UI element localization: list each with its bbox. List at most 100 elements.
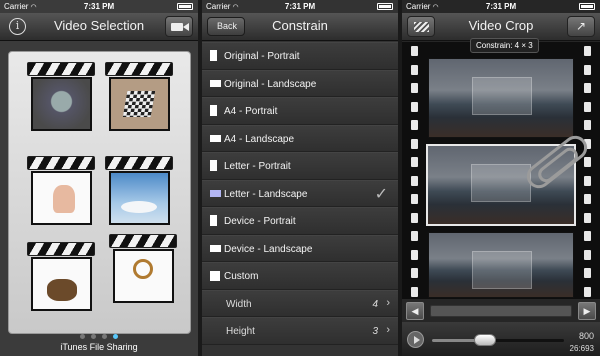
film-sprocket [411,157,418,167]
chevron-left-icon: ◀ [411,306,419,316]
constrain-screen: Carrier ◠ 7:31 PM Back Constrain Original… [202,0,398,356]
film-sprocket [584,175,591,186]
next-frame-button[interactable]: ▶ [578,302,596,320]
clip-thumbnail[interactable] [109,234,177,312]
film-sprocket [584,286,591,297]
film-sprocket [584,231,591,241]
share-button[interactable]: ↗ [567,16,595,37]
video-frame[interactable] [428,232,574,298]
crop-rectangle[interactable] [472,77,532,115]
clip-thumbnail[interactable] [27,242,95,320]
film-sprocket [411,138,418,149]
film-sprocket [411,83,418,93]
list-item[interactable]: A4 - Portrait [202,97,398,125]
play-button[interactable] [407,331,424,348]
list-item[interactable]: Custom [202,262,398,290]
landscape-icon [210,189,221,197]
film-sprocket [584,83,591,93]
itunes-file-sharing-label: iTunes File Sharing [60,342,138,352]
video-frame[interactable] [428,58,574,138]
film-sprocket [411,120,418,130]
portrait-icon [210,50,217,61]
playback-slider[interactable] [432,339,564,342]
chevron-right-icon: ▶ [583,306,591,316]
playback-bar: 800 26:693 [402,322,600,356]
status-bar: Carrier ◠ 7:31 PM [402,0,600,13]
page-dot [102,334,107,339]
video-selection-screen: Carrier ◠ 7:31 PM i Video Selection iTun… [0,0,198,356]
list-item[interactable]: Original - Portrait [202,42,398,70]
clip-grid [8,51,191,334]
status-bar: Carrier ◠ 7:31 PM [202,0,398,13]
film-sprocket [411,231,418,241]
nav-bar: Back Constrain [202,13,398,41]
chevron-right-icon: › [386,324,390,336]
readout-top: 800 [578,331,594,341]
width-value: 4 [372,298,378,310]
portrait-icon [210,215,217,226]
film-sprocket [411,175,418,186]
landscape-icon [210,134,221,142]
clock: 7:31 PM [284,2,316,11]
clip-thumbnail[interactable] [105,62,173,140]
list-item[interactable]: Device - Landscape [202,234,398,262]
list-item[interactable]: Original - Landscape [202,69,398,97]
film-sprocket [411,212,418,223]
frame-scrubber[interactable] [430,305,572,317]
nav-bar: i Video Selection [0,13,198,41]
film-sprocket [411,249,418,260]
landscape-icon [210,244,221,252]
page-dot-active [113,334,118,339]
clip-thumbnail[interactable] [27,62,95,140]
film-sprocket [411,101,418,112]
page-dot [80,334,85,339]
previous-frame-button[interactable]: ◀ [406,302,424,320]
slider-knob[interactable] [473,334,496,346]
clip-thumbnail[interactable] [105,156,173,234]
battery-icon [177,3,193,10]
landscape-icon [210,79,221,87]
crop-rectangle[interactable] [471,164,531,202]
nav-bar: Video Crop ↗ [402,13,600,41]
film-sprocket [584,249,591,260]
list-item[interactable]: Letter - Portrait [202,152,398,180]
clapperboard-icon [105,62,173,76]
square-icon [210,271,220,281]
film-sprocket [411,46,418,56]
film-sprocket [584,46,591,56]
share-icon: ↗ [575,19,587,33]
page-indicator[interactable] [0,334,198,339]
constrain-list: Original - Portrait Original - Landscape… [202,42,398,345]
list-item[interactable]: A4 - Landscape [202,124,398,152]
width-row[interactable]: Width 4 › [202,289,398,317]
status-bar: Carrier ◠ 7:31 PM [0,0,198,13]
film-sprocket [584,120,591,130]
video-camera-icon [171,23,183,31]
page-dot [91,334,96,339]
battery-icon [377,3,393,10]
clock: 7:31 PM [83,2,115,11]
film-sprocket [411,194,418,204]
clapperboard-icon [27,62,95,76]
readout-bottom: 26:693 [569,344,594,353]
clapperboard-icon [27,156,95,170]
constrain-tooltip: Constrain: 4 × 3 [470,38,539,53]
clip-thumbnail[interactable] [27,156,95,234]
video-crop-screen: Carrier ◠ 7:31 PM Video Crop ↗ Constrain:… [402,0,600,356]
battery-icon [579,3,595,10]
clapperboard-icon [109,234,177,248]
clapperboard-icon [27,242,95,256]
height-row[interactable]: Height 3 › [202,317,398,345]
crop-rectangle[interactable] [472,251,532,289]
film-sprocket [584,64,591,75]
list-item-selected[interactable]: Letter - Landscape ✓ [202,179,398,207]
checkmark-icon: ✓ [374,185,388,203]
filmstrip [402,42,600,299]
film-sprocket [584,101,591,112]
clock: 7:31 PM [485,2,517,11]
chevron-right-icon: › [386,296,390,309]
video-camera-button[interactable] [165,16,193,37]
film-sprocket [584,268,591,278]
list-item[interactable]: Device - Portrait [202,207,398,235]
film-sprocket [411,64,418,75]
